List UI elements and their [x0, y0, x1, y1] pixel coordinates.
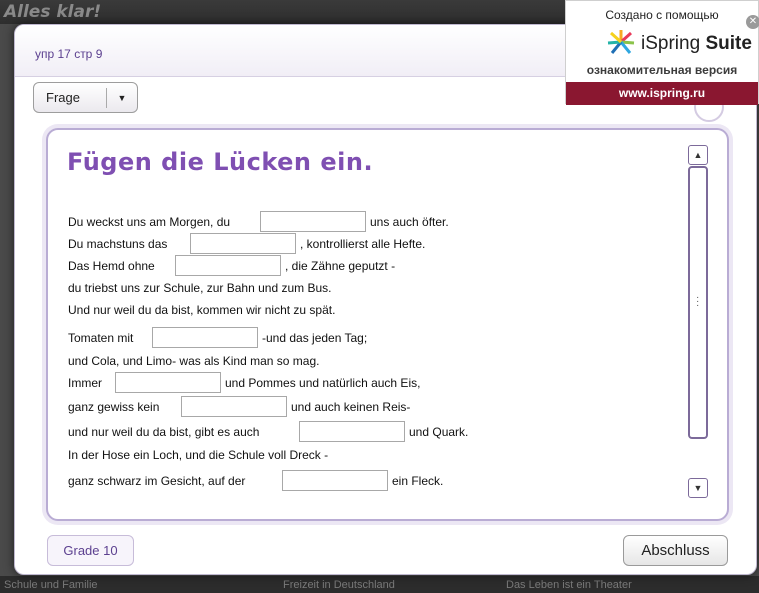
- text-line-10: und nur weil du da bist, gibt es auch: [68, 425, 260, 439]
- background-footer: Schule und Familie Freizeit in Deutschla…: [0, 576, 759, 593]
- text-line-2-after: , kontrollierst alle Hefte.: [300, 237, 426, 251]
- background-title: Alles klar!: [4, 2, 102, 22]
- gap-input-12[interactable]: [282, 470, 388, 491]
- close-icon[interactable]: ✕: [746, 15, 759, 29]
- text-line-12-after: ein Fleck.: [392, 474, 444, 488]
- background-item-1: Schule und Familie: [4, 579, 98, 591]
- text-line-1: Du weckst uns am Morgen, du: [68, 215, 231, 229]
- arrow-up-icon[interactable]: ▲: [688, 145, 708, 165]
- text-line-9-after: und auch keinen Reis-: [291, 400, 411, 414]
- ispring-watermark: Создано с помощью ✕ iSpring Suite ознако…: [565, 0, 759, 105]
- grade-button[interactable]: Grade 10: [47, 535, 134, 566]
- text-line-10-after: und Quark.: [409, 425, 469, 439]
- text-line-11: In der Hose ein Loch, und die Schule vol…: [68, 448, 329, 462]
- watermark-brand-light: iSpring: [641, 33, 701, 54]
- text-line-9: ganz gewiss kein: [68, 400, 160, 414]
- question-dropdown-button[interactable]: Frage ▼: [33, 82, 138, 113]
- scrollbar-grip-icon[interactable]: · · ·: [696, 293, 700, 311]
- text-line-5: Und nur weil du da bist, kommen wir nich…: [68, 303, 336, 317]
- text-line-7: und Cola, und Limo- was als Kind man so …: [68, 354, 320, 368]
- text-line-2: Du machstuns das: [68, 237, 168, 251]
- watermark-url-link[interactable]: www.ispring.ru: [566, 82, 758, 105]
- text-line-4: du triebst uns zur Schule, zur Bahn und …: [68, 281, 332, 295]
- text-line-3-after: , die Zähne geputzt -: [285, 259, 396, 273]
- text-line-6: Tomaten mit: [68, 331, 134, 345]
- gap-input-1[interactable]: [260, 211, 366, 232]
- watermark-brand-bold: Suite: [705, 33, 752, 54]
- question-heading: Fügen die Lücken ein.: [67, 148, 374, 176]
- watermark-brand: iSpring Suite: [641, 33, 752, 55]
- text-line-8: Immer: [68, 376, 102, 390]
- text-line-8-after: und Pommes und natürlich auch Eis,: [225, 376, 421, 390]
- question-dropdown-label: Frage: [46, 90, 80, 105]
- slide-title: упр 17 стр 9: [35, 47, 103, 61]
- gap-input-2[interactable]: [190, 233, 296, 254]
- watermark-created-with: Создано с помощью: [605, 8, 719, 22]
- ispring-logo-icon: [607, 30, 635, 54]
- gap-input-9[interactable]: [181, 396, 287, 417]
- chevron-down-icon[interactable]: ▼: [107, 93, 137, 103]
- text-line-6-after: -und das jeden Tag;: [262, 331, 368, 345]
- background-item-2: Freizeit in Deutschland: [283, 579, 395, 591]
- finish-button[interactable]: Abschluss: [623, 535, 728, 566]
- watermark-trial: ознакомительная версия: [586, 63, 738, 77]
- text-line-1-after: uns auch öfter.: [370, 215, 449, 229]
- gap-input-6[interactable]: [152, 327, 258, 348]
- gap-input-3[interactable]: [175, 255, 281, 276]
- arrow-down-icon[interactable]: ▼: [688, 478, 708, 498]
- background-item-3: Das Leben ist ein Theater: [506, 579, 632, 591]
- text-line-12: ganz schwarz im Gesicht, auf der: [68, 474, 246, 488]
- gap-input-8[interactable]: [115, 372, 221, 393]
- text-line-3: Das Hemd ohne: [68, 259, 155, 273]
- gap-input-10[interactable]: [299, 421, 405, 442]
